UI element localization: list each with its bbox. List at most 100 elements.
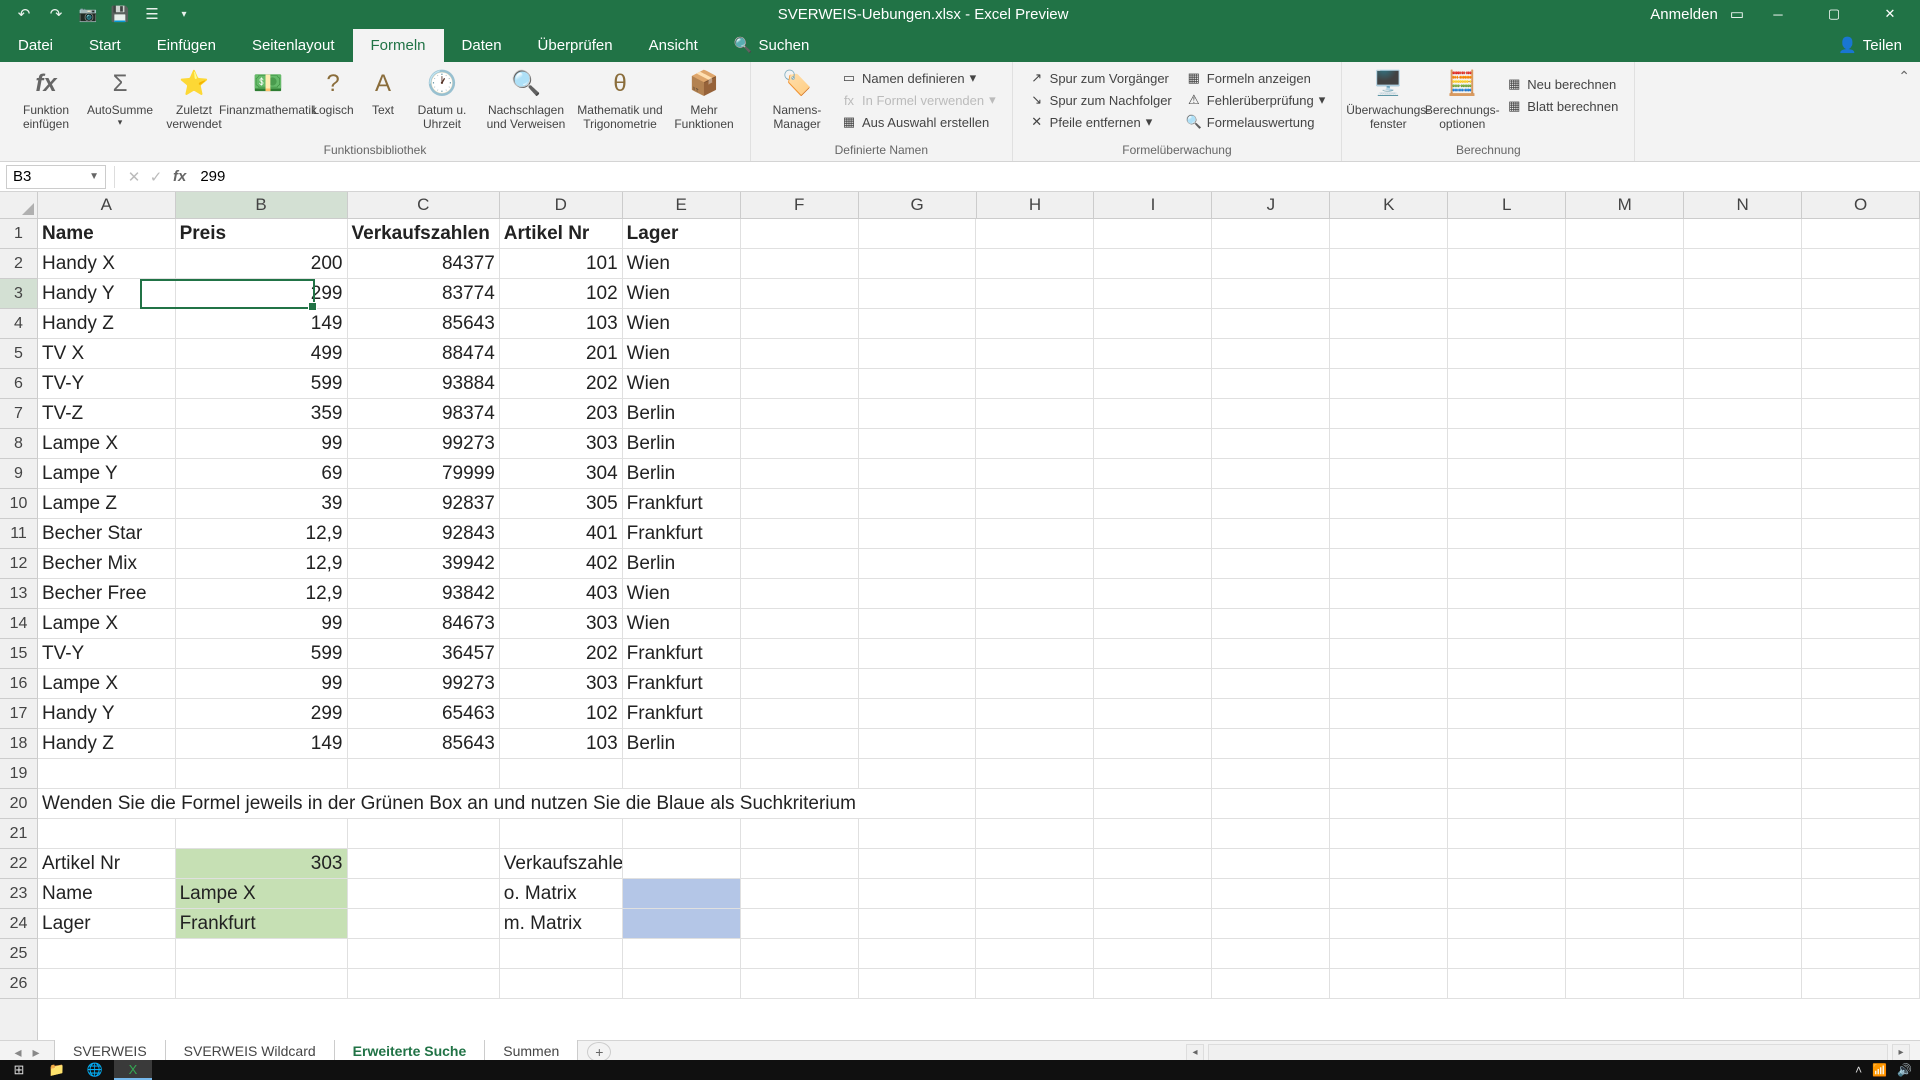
cell[interactable]: 93884: [348, 369, 500, 399]
cell[interactable]: [1684, 249, 1802, 279]
cell[interactable]: [1566, 879, 1684, 909]
cell[interactable]: [1448, 969, 1566, 999]
cell[interactable]: [1330, 759, 1448, 789]
cell[interactable]: [1212, 279, 1330, 309]
cell[interactable]: [1330, 879, 1448, 909]
cell[interactable]: [1094, 639, 1212, 669]
cell[interactable]: [1212, 369, 1330, 399]
cell[interactable]: [623, 879, 741, 909]
cell[interactable]: [1094, 879, 1212, 909]
cell[interactable]: [1566, 789, 1684, 819]
cell[interactable]: [1448, 759, 1566, 789]
cell[interactable]: [1094, 789, 1212, 819]
cell[interactable]: Wien: [623, 609, 741, 639]
cell[interactable]: [1802, 369, 1920, 399]
cell[interactable]: [1330, 639, 1448, 669]
fx-icon[interactable]: fx: [173, 168, 186, 185]
cell[interactable]: Name: [38, 879, 176, 909]
cell[interactable]: 85643: [348, 729, 500, 759]
redo-icon[interactable]: ↷: [44, 2, 68, 26]
cell[interactable]: [859, 819, 977, 849]
cell[interactable]: [1330, 279, 1448, 309]
cell[interactable]: 102: [500, 699, 623, 729]
cell[interactable]: [1566, 969, 1684, 999]
column-header[interactable]: G: [859, 192, 977, 218]
name-box[interactable]: B3 ▼: [6, 165, 106, 189]
cell[interactable]: [1684, 429, 1802, 459]
cell[interactable]: [976, 339, 1094, 369]
cell[interactable]: 65463: [348, 699, 500, 729]
cell[interactable]: 103: [500, 309, 623, 339]
calc-now-button[interactable]: ▦Neu berechnen: [1500, 74, 1624, 94]
cell[interactable]: [976, 279, 1094, 309]
cell[interactable]: Lampe X: [38, 429, 176, 459]
row-header[interactable]: 24: [0, 909, 37, 939]
cell[interactable]: [1094, 309, 1212, 339]
add-sheet-button[interactable]: +: [587, 1042, 611, 1062]
cell[interactable]: [1566, 549, 1684, 579]
cell[interactable]: [1448, 909, 1566, 939]
tab-formeln[interactable]: Formeln: [353, 29, 444, 62]
column-header[interactable]: J: [1212, 192, 1330, 218]
cell[interactable]: 201: [500, 339, 623, 369]
sheet-nav-first-icon[interactable]: ◂: [10, 1044, 26, 1061]
cell[interactable]: Handy Y: [38, 279, 176, 309]
cell[interactable]: [1094, 549, 1212, 579]
cell[interactable]: [1684, 699, 1802, 729]
cell[interactable]: 36457: [348, 639, 500, 669]
cell[interactable]: [976, 429, 1094, 459]
cell[interactable]: Lampe Y: [38, 459, 176, 489]
cell[interactable]: 39: [176, 489, 348, 519]
cell[interactable]: [1094, 969, 1212, 999]
cell[interactable]: [976, 969, 1094, 999]
cell[interactable]: [976, 489, 1094, 519]
cell[interactable]: 402: [500, 549, 623, 579]
recent-button[interactable]: ⭐Zuletzt verwendet: [158, 66, 230, 132]
cell[interactable]: [1094, 669, 1212, 699]
cell[interactable]: [976, 639, 1094, 669]
cell[interactable]: [176, 939, 348, 969]
cell[interactable]: m. Matrix: [500, 909, 623, 939]
share-button[interactable]: 👤 Teilen: [1820, 28, 1920, 62]
cell[interactable]: 12,9: [176, 549, 348, 579]
cell[interactable]: [1802, 489, 1920, 519]
cell[interactable]: Berlin: [623, 729, 741, 759]
column-header[interactable]: N: [1684, 192, 1802, 218]
cell[interactable]: [859, 489, 977, 519]
cell[interactable]: [1566, 399, 1684, 429]
cell[interactable]: [1212, 879, 1330, 909]
cell[interactable]: [1448, 549, 1566, 579]
more-functions-button[interactable]: 📦Mehr Funktionen: [668, 66, 740, 132]
cell[interactable]: [1448, 399, 1566, 429]
cell[interactable]: [1684, 969, 1802, 999]
cell[interactable]: [1448, 789, 1566, 819]
cell[interactable]: [1802, 669, 1920, 699]
cell[interactable]: [38, 819, 176, 849]
cancel-formula-icon[interactable]: ✕: [123, 168, 145, 186]
cell[interactable]: [741, 879, 859, 909]
cell[interactable]: 79999: [348, 459, 500, 489]
undo-icon[interactable]: ↶: [12, 2, 36, 26]
row-header[interactable]: 18: [0, 729, 37, 759]
cell[interactable]: [976, 939, 1094, 969]
cell[interactable]: [859, 279, 977, 309]
cell[interactable]: [1802, 399, 1920, 429]
cell[interactable]: [859, 729, 977, 759]
cell[interactable]: [1566, 609, 1684, 639]
watch-window-button[interactable]: 🖥️Überwachungs-fenster: [1352, 66, 1424, 132]
cell[interactable]: [1684, 399, 1802, 429]
insert-function-button[interactable]: fxFunktion einfügen: [10, 66, 82, 132]
cell[interactable]: [1448, 249, 1566, 279]
cell[interactable]: 12,9: [176, 519, 348, 549]
cell[interactable]: [348, 759, 500, 789]
cell[interactable]: [976, 819, 1094, 849]
cell[interactable]: [1330, 489, 1448, 519]
column-header[interactable]: D: [500, 192, 623, 218]
column-header[interactable]: L: [1448, 192, 1566, 218]
cell[interactable]: 103: [500, 729, 623, 759]
cell[interactable]: [1566, 909, 1684, 939]
close-button[interactable]: ✕: [1868, 0, 1912, 28]
tab-datei[interactable]: Datei: [0, 29, 71, 62]
cell[interactable]: [741, 609, 859, 639]
cell[interactable]: [1684, 789, 1802, 819]
